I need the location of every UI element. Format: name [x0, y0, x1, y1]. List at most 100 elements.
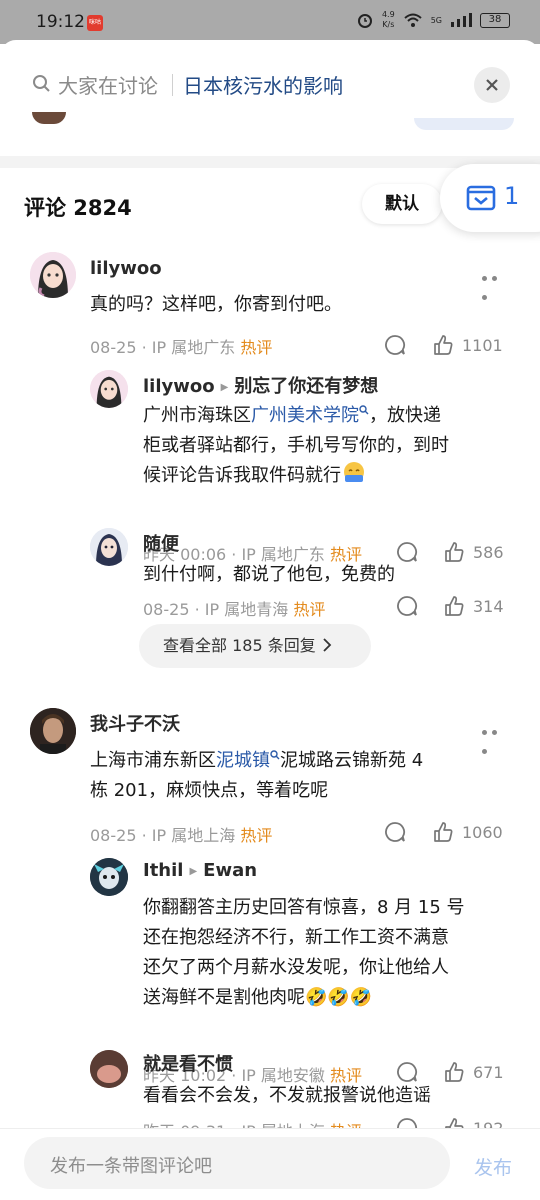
anime-boy-avatar-icon: [90, 528, 128, 566]
comment-username[interactable]: 我斗子不沃: [90, 710, 180, 736]
comment-icon: [385, 822, 406, 842]
avatar[interactable]: [90, 1050, 128, 1088]
search-row[interactable]: 大家在讨论 日本核污水的影响: [0, 40, 540, 124]
favorite-float-button[interactable]: 1: [440, 164, 540, 232]
search-icon: [33, 75, 50, 92]
reply-username[interactable]: 随便: [143, 530, 179, 556]
search-topic-link[interactable]: 日本核污水的影响: [183, 70, 343, 99]
location-link[interactable]: 广州美术学院: [251, 405, 359, 426]
reply-target-link[interactable]: 别忘了你还有梦想: [234, 376, 378, 397]
like-count: 586: [473, 542, 504, 562]
reply-meta: 08-25 · IP 属地青海 热评: [143, 596, 325, 620]
comment-username[interactable]: lilywoo: [90, 258, 162, 279]
reply-text-line: 还在抱怨经济不行，新工作工资不满意: [143, 927, 449, 948]
comment-reply-button[interactable]: [396, 1061, 418, 1083]
comment-text-line: 栋 201，麻烦快点，等着吃呢: [90, 780, 329, 801]
favorite-count: 1: [504, 182, 520, 210]
search-label: 大家在讨论: [58, 74, 158, 98]
comment-reply-button[interactable]: [384, 821, 406, 843]
reply-text-part: 广州市海珠区: [143, 405, 251, 426]
like-count: 1101: [462, 335, 503, 355]
avatar[interactable]: [90, 370, 128, 408]
comment-text: 真的吗？这样吧，你寄到付吧。: [90, 294, 342, 315]
more-icon[interactable]: [482, 266, 510, 300]
search-divider: [172, 74, 173, 96]
like-button[interactable]: 1101: [432, 334, 503, 356]
reply-meta-text: 08-25 · IP 属地青海: [143, 600, 289, 619]
search-icon: [270, 750, 280, 760]
view-all-label: 查看全部 185 条回复: [163, 636, 316, 655]
alarm-icon: [357, 14, 372, 28]
chevron-right-icon: [323, 638, 331, 652]
anime-girl-avatar-icon: [30, 252, 76, 298]
reply-text-line: 送海鲜不是割他肉呢: [143, 987, 305, 1008]
hot-badge: 热评: [240, 826, 273, 845]
reply-username: lilywoo ▶ 别忘了你还有梦想: [143, 372, 378, 398]
praise-emoji-icon: [344, 462, 364, 482]
reply-username[interactable]: 就是看不惯: [143, 1050, 233, 1076]
partial-follow-button[interactable]: [414, 118, 514, 130]
comment-reply-button[interactable]: [384, 334, 406, 356]
wifi-icon: [404, 13, 422, 27]
view-all-replies-button[interactable]: 查看全部 185 条回复: [139, 624, 371, 668]
signal-label: 5G: [430, 15, 442, 25]
sort-default-button[interactable]: 默认: [362, 184, 442, 224]
notification-badge-icon: 咪咕: [87, 15, 103, 31]
comment-icon: [397, 542, 418, 562]
like-button[interactable]: 671: [443, 1061, 504, 1083]
signal-bars-icon: [451, 13, 472, 27]
comment-input-placeholder: 发布一条带图评论吧: [50, 1156, 212, 1177]
comment-input[interactable]: 发布一条带图评论吧: [24, 1137, 450, 1189]
like-button[interactable]: 586: [443, 541, 504, 563]
comment-icon: [397, 596, 418, 616]
location-link[interactable]: 泥城镇: [216, 750, 270, 771]
comment-input-bar: 发布一条带图评论吧 发布: [0, 1128, 540, 1200]
hot-badge: 热评: [293, 600, 326, 619]
comment-reply-button[interactable]: [396, 595, 418, 617]
anime-girl-avatar-icon: [90, 370, 128, 408]
status-bar: 19:12 咪咕 4.9 K/s 5G 38: [0, 0, 540, 44]
like-button[interactable]: 314: [443, 595, 504, 617]
close-button[interactable]: [474, 67, 510, 103]
net-speed: 4.9 K/s: [381, 10, 395, 29]
comment-reply-button[interactable]: [396, 541, 418, 563]
reply-text: 看看会不会发，不发就报警说他造谣: [143, 1085, 431, 1106]
comment-meta: 08-25 · IP 属地上海 热评: [90, 822, 272, 846]
more-icon[interactable]: [482, 720, 510, 754]
laughing-emoji-icon: 🤣🤣🤣: [305, 987, 373, 1008]
comment-text-part: 上海市浦东新区: [90, 750, 216, 771]
avatar[interactable]: [90, 858, 128, 896]
status-icons: 4.9 K/s 5G 38: [356, 10, 510, 30]
comments-title: 评论 2824: [24, 196, 132, 220]
hot-badge: 热评: [240, 338, 273, 357]
like-count: 314: [473, 596, 504, 616]
comment-meta-text: 08-25 · IP 属地广东: [90, 338, 236, 357]
reply-text-line: 柜或者驿站都行，手机号写你的，到时: [143, 435, 449, 456]
comment-icon: [385, 335, 406, 355]
publish-button[interactable]: 发布: [474, 1153, 512, 1180]
reply-text-line: 候评论告诉我取件码就行: [143, 465, 341, 486]
person-avatar-icon: [30, 708, 76, 754]
reply-text-line: 还欠了两个月薪水没发呢，你让他给人: [143, 957, 449, 978]
comments-sheet: 大家在讨论 日本核污水的影响 评论 2824 默认 1 lilywoo 真的吗？…: [0, 40, 540, 1200]
cartoon-avatar-icon: [90, 858, 128, 896]
avatar[interactable]: [30, 252, 76, 298]
reply-user-link[interactable]: Ithil: [143, 860, 183, 881]
comment-text: 上海市浦东新区泥城镇 泥城路云锦新苑 4 栋 201，麻烦快点，等着吃呢: [90, 746, 423, 806]
like-button[interactable]: 1060: [432, 821, 503, 843]
reply-text: 到什付啊，都说了他包，免费的: [143, 564, 395, 585]
like-count: 671: [473, 1062, 504, 1082]
avatar[interactable]: [90, 528, 128, 566]
thumbs-up-icon: [445, 542, 464, 562]
reply-arrow-icon: ▶: [189, 866, 198, 877]
thumbs-up-icon: [434, 335, 453, 355]
reply-text: 你翻翻答主历史回答有惊喜，8 月 15 号 还在抱怨经济不行，新工作工资不满意 …: [143, 893, 465, 1013]
close-icon: [486, 79, 498, 91]
avatar[interactable]: [30, 708, 76, 754]
status-time: 19:12: [36, 12, 85, 32]
reply-user-link[interactable]: lilywoo: [143, 376, 215, 397]
comment-meta: 08-25 · IP 属地广东 热评: [90, 334, 272, 358]
reply-text: 广州市海珠区广州美术学院 ，放快递 柜或者驿站都行，手机号写你的，到时 候评论告诉…: [143, 401, 449, 491]
reply-target-link[interactable]: Ewan: [203, 860, 257, 881]
favorite-box-icon: [466, 185, 496, 211]
